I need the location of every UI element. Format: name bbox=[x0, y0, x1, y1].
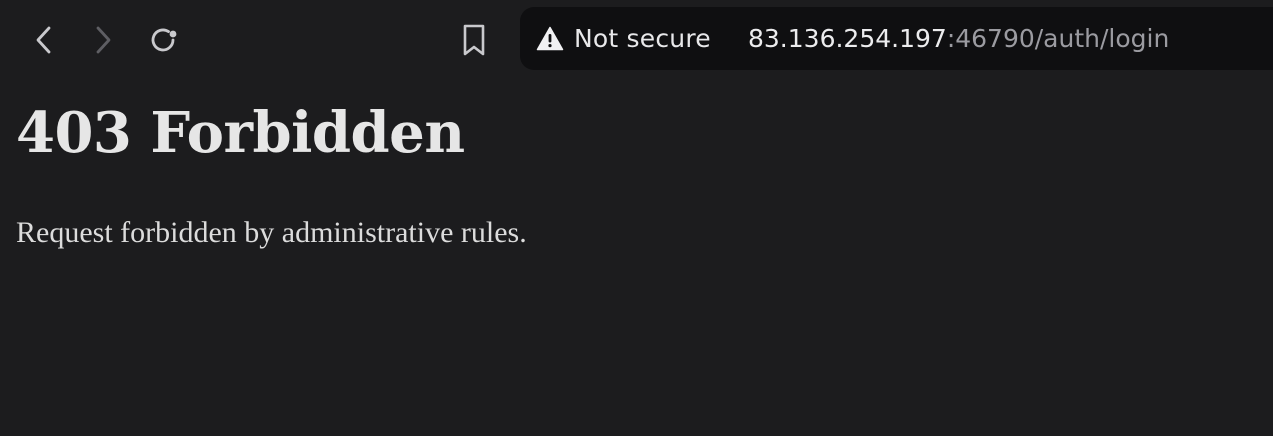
chevron-left-icon bbox=[36, 26, 51, 54]
address-bar[interactable]: Not secure 83.136.254.197:46790/auth/log… bbox=[520, 7, 1273, 70]
chevron-right-icon bbox=[96, 26, 111, 54]
url-path: :46790/auth/login bbox=[946, 24, 1170, 53]
reload-icon bbox=[151, 28, 177, 52]
page-message: Request forbidden by administrative rule… bbox=[16, 216, 527, 249]
bookmark-button[interactable] bbox=[454, 20, 494, 60]
page-content: 403 Forbidden Request forbidden by admin… bbox=[0, 80, 1273, 436]
url-text[interactable]: 83.136.254.197:46790/auth/login bbox=[748, 7, 1169, 70]
forward-button[interactable] bbox=[83, 20, 123, 60]
reload-button[interactable] bbox=[143, 20, 183, 60]
back-button[interactable] bbox=[24, 20, 64, 60]
browser-toolbar: Not secure 83.136.254.197:46790/auth/log… bbox=[0, 0, 1273, 80]
bookmark-icon bbox=[463, 24, 485, 56]
page-title: 403 Forbidden bbox=[16, 100, 465, 166]
warning-triangle-icon bbox=[536, 26, 564, 50]
url-host: 83.136.254.197 bbox=[748, 24, 947, 53]
security-label: Not secure bbox=[574, 24, 711, 53]
security-indicator[interactable]: Not secure bbox=[536, 7, 711, 70]
